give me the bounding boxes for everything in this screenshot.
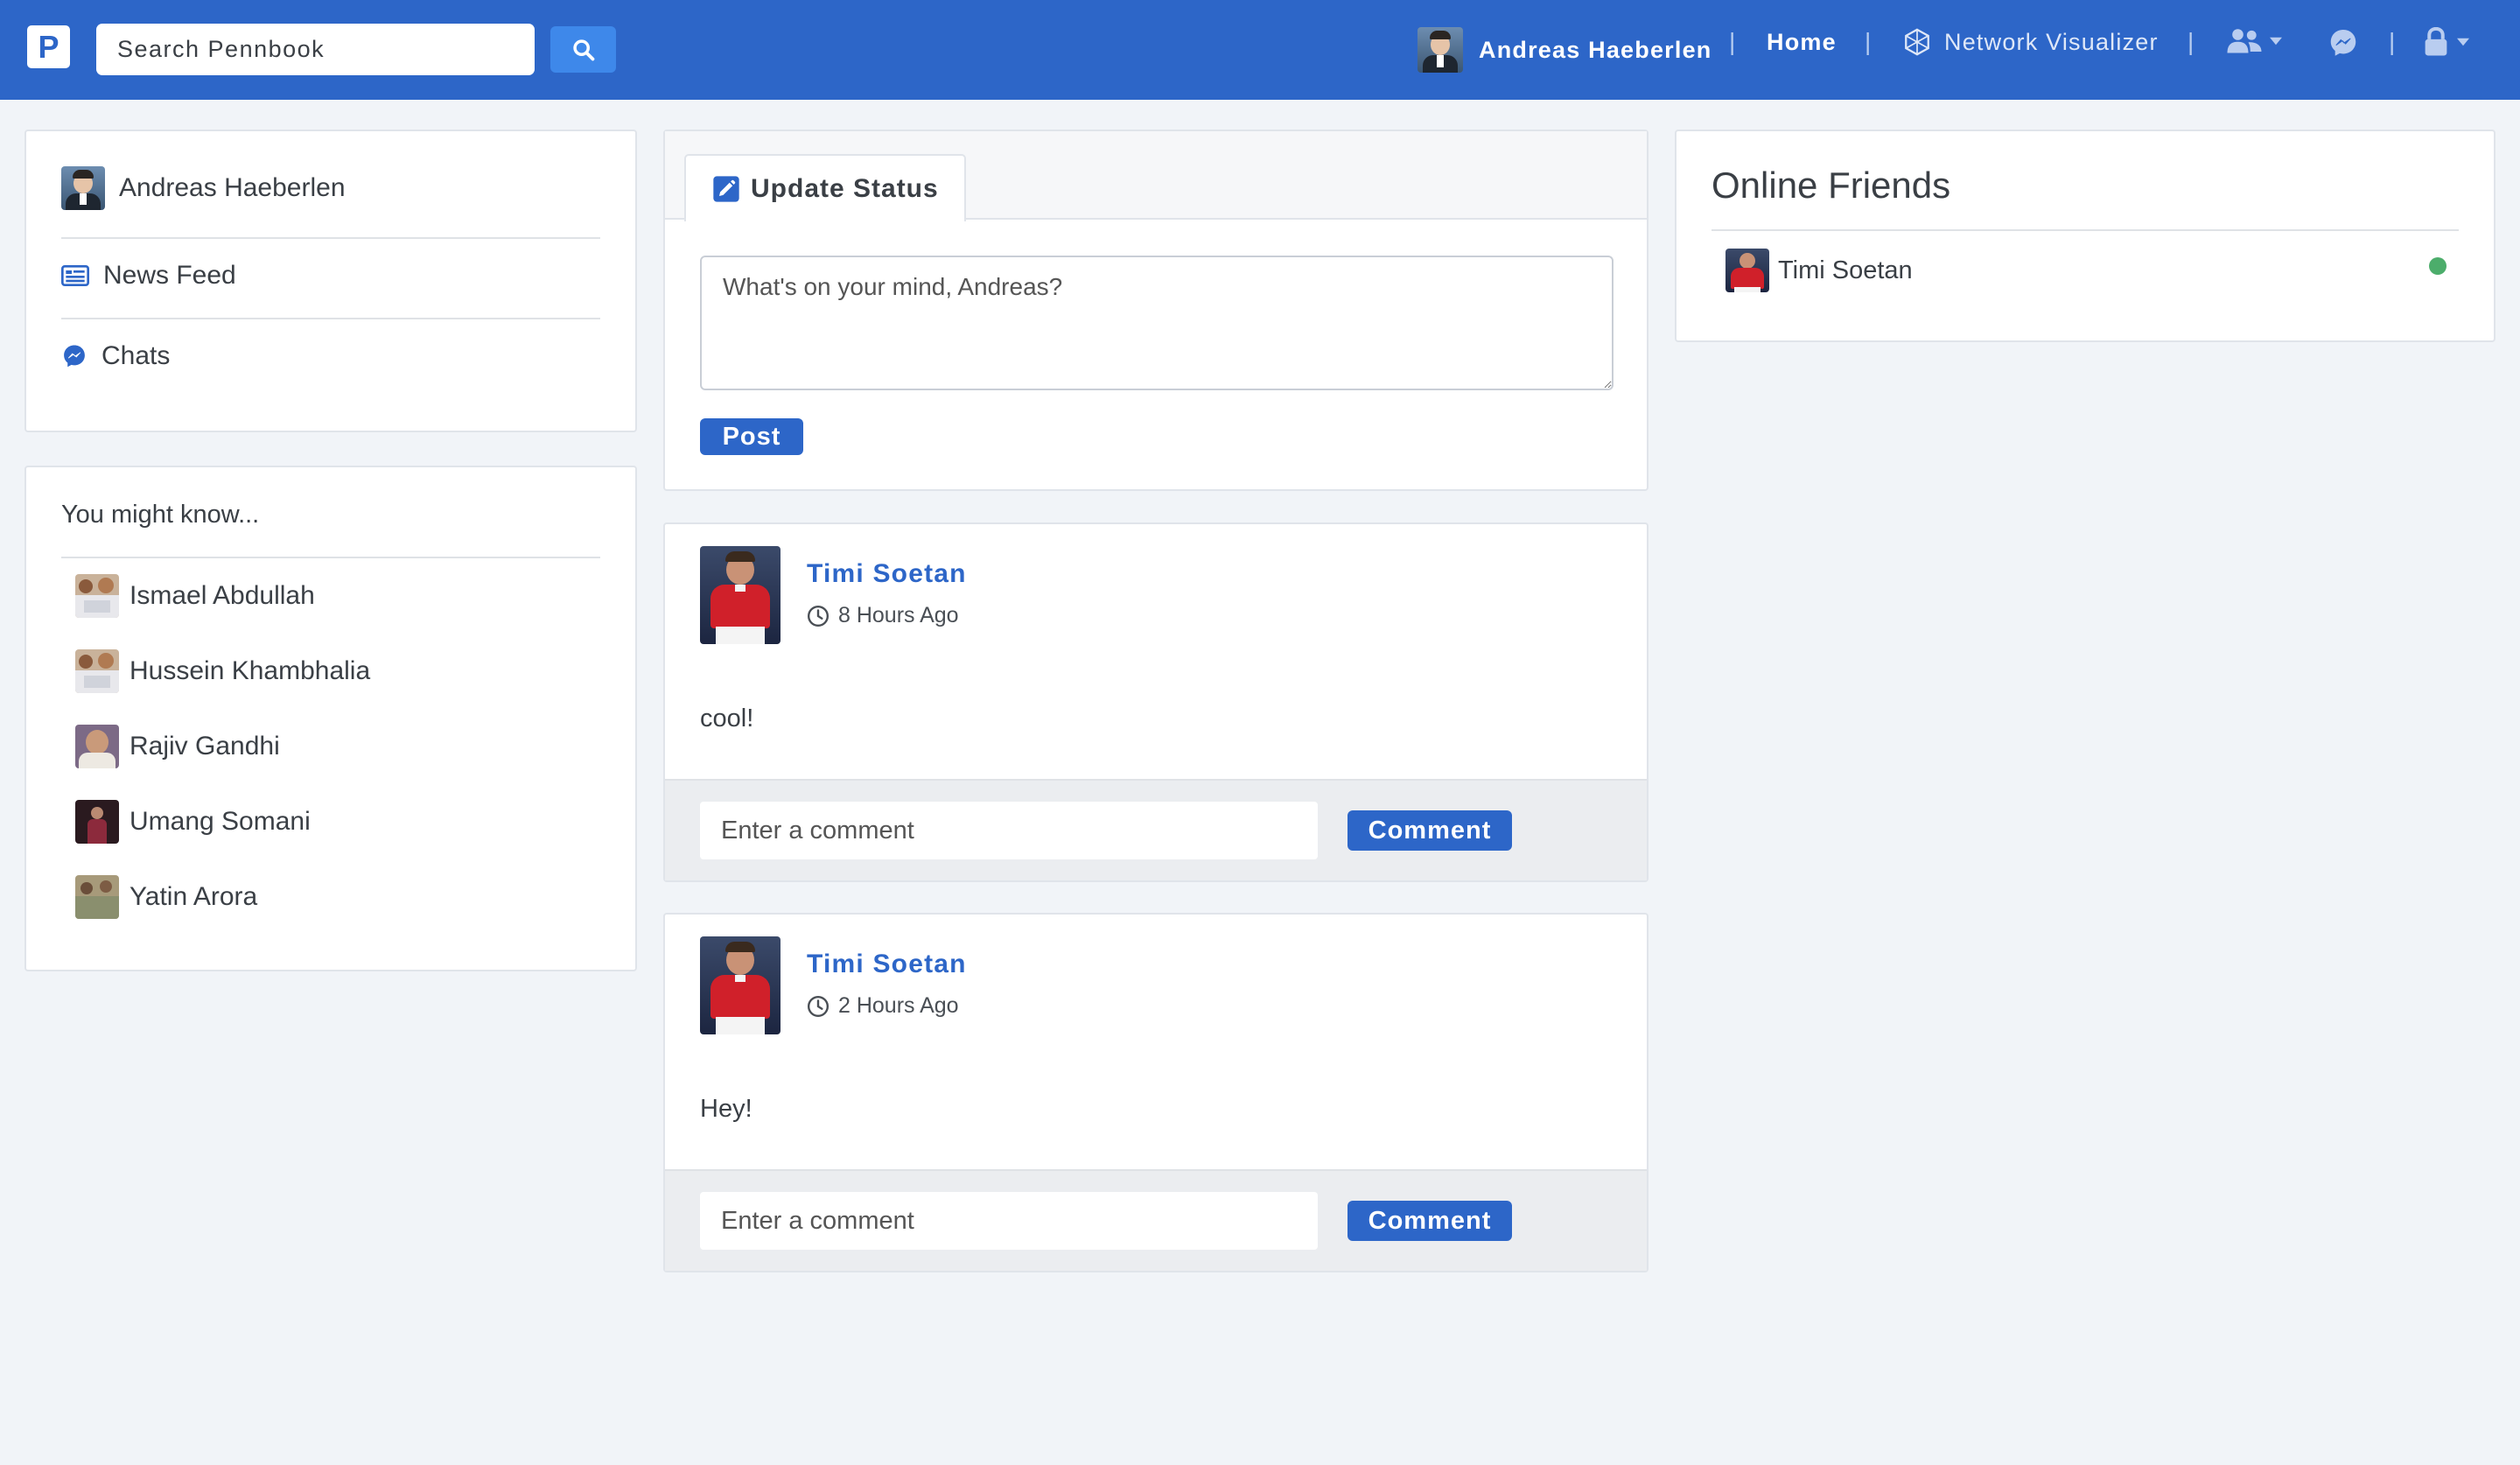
post-button[interactable]: Post — [700, 418, 803, 455]
comment-button[interactable]: Comment — [1348, 1201, 1512, 1241]
suggestion-item[interactable]: Rajiv Gandhi — [75, 725, 280, 768]
nav-separator: | — [2389, 28, 2396, 55]
user-avatar — [61, 166, 105, 210]
network-icon — [1905, 28, 1929, 56]
suggestion-name: Ismael Abdullah — [130, 581, 315, 610]
comment-bar: Comment — [665, 1169, 1647, 1271]
suggestion-item[interactable]: Umang Somani — [75, 800, 311, 844]
nav-network-label: Network Visualizer — [1944, 28, 2159, 55]
online-status-indicator — [2429, 257, 2446, 275]
avatar — [75, 800, 119, 844]
sidebar-nav-card: Andreas Haeberlen News Feed Chats — [24, 130, 637, 432]
post-author-avatar[interactable] — [700, 936, 780, 1034]
suggestion-name: Rajiv Gandhi — [130, 732, 280, 761]
account-dropdown[interactable] — [2422, 27, 2469, 57]
post-time-text: 8 Hours Ago — [838, 603, 959, 627]
messenger-button[interactable] — [2328, 27, 2359, 59]
comment-button[interactable]: Comment — [1348, 810, 1512, 851]
sidebar-item-label: News Feed — [103, 261, 236, 290]
suggestion-item[interactable]: Yatin Arora — [75, 875, 257, 919]
comment-input[interactable] — [700, 802, 1318, 859]
online-friends-title: Online Friends — [1712, 165, 1951, 206]
clock-icon — [807, 605, 830, 627]
avatar — [1726, 249, 1769, 292]
top-navbar: P Andreas Haeberlen | Home | Network Vis… — [0, 0, 2520, 100]
suggestions-title-text: You might know... — [61, 501, 260, 529]
chevron-down-icon — [2457, 38, 2469, 46]
tab-update-status[interactable]: Update Status — [684, 154, 966, 221]
lock-icon — [2425, 27, 2447, 56]
nav-network-visualizer-link[interactable]: Network Visualizer — [1902, 27, 2159, 57]
divider — [61, 318, 600, 319]
avatar — [75, 875, 119, 919]
online-friends-card: Online Friends Timi Soetan — [1675, 130, 2496, 342]
search-input[interactable] — [96, 24, 535, 75]
post-timestamp: 2 Hours Ago — [807, 993, 959, 1019]
users-icon — [2227, 29, 2262, 53]
nav-separator: | — [1729, 28, 1736, 55]
divider — [61, 557, 600, 558]
avatar — [75, 574, 119, 618]
post-author-name[interactable]: Timi Soetan — [807, 950, 967, 979]
avatar — [75, 725, 119, 768]
nav-profile-link[interactable]: Andreas Haeberlen — [1418, 26, 1712, 74]
nav-user-name: Andreas Haeberlen — [1479, 36, 1712, 63]
comment-input[interactable] — [700, 1192, 1318, 1250]
suggestion-name: Umang Somani — [130, 807, 311, 836]
sidebar-profile-link[interactable]: Andreas Haeberlen — [61, 166, 346, 210]
suggestion-item[interactable]: Hussein Khambhalia — [75, 649, 370, 693]
post-timestamp: 8 Hours Ago — [807, 603, 959, 628]
update-status-card: Update Status Post — [663, 130, 1648, 491]
status-textarea[interactable] — [700, 256, 1614, 390]
edit-icon — [713, 175, 739, 202]
feed-post: Timi Soetan 2 Hours Ago Hey! Comment — [663, 913, 1648, 1272]
suggestion-item[interactable]: Ismael Abdullah — [75, 574, 315, 618]
avatar — [75, 649, 119, 693]
friends-dropdown[interactable] — [2226, 27, 2282, 55]
sidebar-item-news-feed[interactable]: News Feed — [61, 261, 236, 291]
post-time-text: 2 Hours Ago — [838, 993, 959, 1018]
search-button[interactable] — [550, 26, 616, 73]
chevron-down-icon — [2270, 37, 2282, 46]
suggestion-name: Hussein Khambhalia — [130, 656, 371, 685]
tab-label: Update Status — [751, 173, 939, 203]
online-friend-item[interactable]: Timi Soetan — [1726, 249, 1913, 292]
messenger-icon — [2330, 30, 2356, 56]
post-author-avatar[interactable] — [700, 546, 780, 644]
clock-icon — [807, 995, 830, 1017]
post-body: cool! — [700, 704, 754, 732]
online-friend-name: Timi Soetan — [1778, 256, 1913, 284]
sidebar-profile-name: Andreas Haeberlen — [119, 173, 346, 202]
divider — [1712, 229, 2459, 231]
post-author-name[interactable]: Timi Soetan — [807, 559, 967, 589]
pennbook-logo[interactable]: P — [27, 25, 70, 68]
feed-post: Timi Soetan 8 Hours Ago cool! Comment — [663, 522, 1648, 882]
suggestions-card: You might know... Ismael Abdullah Hussei… — [24, 466, 637, 971]
suggestion-name: Yatin Arora — [130, 882, 258, 911]
suggestions-title: You might know... — [61, 501, 259, 529]
sidebar-item-chats[interactable]: Chats — [61, 341, 170, 371]
search-icon — [572, 39, 594, 60]
messenger-icon — [64, 345, 85, 368]
comment-bar: Comment — [665, 779, 1647, 880]
divider — [61, 237, 600, 239]
sidebar-item-label: Chats — [102, 341, 171, 370]
nav-home-link[interactable]: Home — [1767, 29, 1837, 56]
user-avatar — [1418, 27, 1463, 73]
post-body: Hey! — [700, 1095, 752, 1123]
newspaper-icon — [61, 265, 89, 286]
nav-separator: | — [1865, 28, 1872, 55]
nav-separator: | — [2188, 28, 2194, 55]
